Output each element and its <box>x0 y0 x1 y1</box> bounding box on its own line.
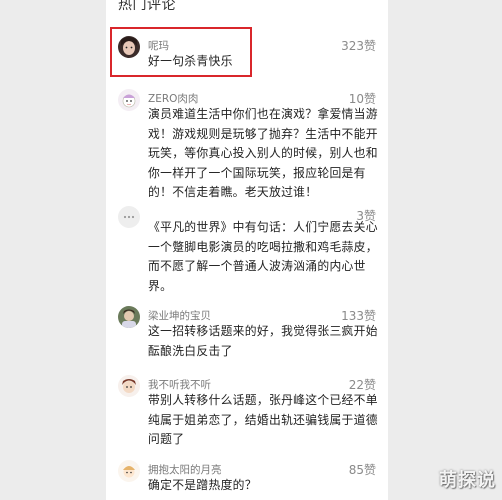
comment-username[interactable]: 呢玛 <box>148 38 169 53</box>
cartoon-avatar-icon <box>118 375 140 397</box>
user-avatar[interactable] <box>118 89 140 111</box>
user-avatar[interactable] <box>118 36 140 58</box>
comment-text: 这一招转移话题来的好，我觉得张三疯开始酝酿洗白反击了 <box>148 324 378 358</box>
user-avatar[interactable] <box>118 460 140 482</box>
comment-text: 好一句杀青快乐 <box>148 54 233 68</box>
photo-avatar-icon <box>118 306 140 328</box>
comment-username[interactable]: 拥抱太阳的月亮 <box>148 462 222 477</box>
comment-text: 《平凡的世界》中有句话：人们宁愿去关心一个蹩脚电影演员的吃喝拉撒和鸡毛蒜皮，而不… <box>148 220 378 293</box>
comment-text: 带别人转移什么话题，张丹峰这个已经不单纯属于姐弟恋了，结婚出轨还骗钱属于道德问题… <box>148 393 378 446</box>
cartoon-avatar-icon <box>118 89 140 111</box>
comment-username[interactable]: 梁业坤的宝贝 <box>148 308 211 323</box>
photo-avatar-icon <box>118 36 140 58</box>
comment-username[interactable]: 我不听我不听 <box>148 377 211 392</box>
user-avatar[interactable] <box>118 306 140 328</box>
comment-text: 演员难道生活中你们也在演戏？拿爱情当游戏！游戏规则是玩够了抛弃？生活中不能开玩笑… <box>148 107 378 199</box>
section-title: 热门评论 <box>118 0 176 13</box>
default-avatar-icon <box>118 206 140 228</box>
user-avatar[interactable] <box>118 206 140 228</box>
comment-username[interactable]: ZERO肉肉 <box>148 91 198 106</box>
user-avatar[interactable] <box>118 375 140 397</box>
comment-text: 确定不是蹭热度的？ <box>148 478 257 492</box>
watermark: 萌探说 <box>439 470 496 491</box>
comment-panel: 热门评论 呢玛 323赞 好一句杀青快乐 ZERO肉肉 10赞 演员难道生活中你… <box>106 0 388 500</box>
cartoon-avatar-icon <box>118 460 140 482</box>
